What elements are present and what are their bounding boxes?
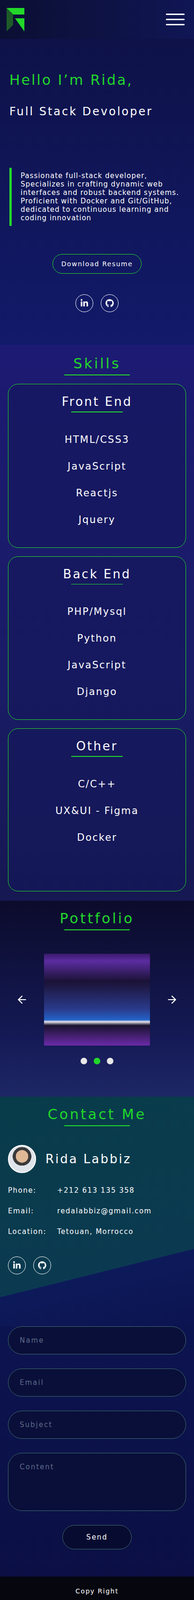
contact-details: Phone:+212 613 135 358 Email:redalabbiz@g…: [7, 1186, 187, 1236]
description: Passionate full-stack developer, Special…: [9, 167, 185, 226]
carousel-dots: [80, 1057, 114, 1065]
logo-icon[interactable]: [4, 6, 27, 34]
portfolio: Pottfolio: [0, 900, 194, 1097]
skill-item: JavaScript: [67, 453, 127, 480]
contact-form: Send: [0, 1326, 194, 1577]
detail-label: Phone:: [7, 1186, 58, 1195]
detail-value: redalabbiz@gmail.com: [57, 1206, 187, 1216]
role: Full Stack Devoloper: [9, 104, 185, 119]
github-icon[interactable]: [33, 1256, 52, 1275]
card-title: Back End: [63, 567, 132, 585]
next-button[interactable]: [164, 991, 180, 1008]
skill-item: Django: [76, 678, 118, 706]
skill-item: C/C++: [77, 770, 117, 798]
skill-card: Other C/C++UX&UI - FigmaDocker: [7, 728, 187, 892]
prev-button[interactable]: [14, 991, 30, 1008]
skills: SkillsFront EndHTML/CSS3JavaScriptReactj…: [0, 344, 194, 901]
arrow-left-icon: [15, 993, 29, 1006]
profile: Rida Labbiz: [7, 1144, 187, 1173]
section-title: Skills: [7, 355, 187, 376]
hero: Hello I’m Rida, Full Stack Devoloper Passi…: [0, 38, 194, 345]
skill-item: HTML/CSS3: [64, 426, 130, 454]
header: [0, 0, 194, 39]
carousel: [14, 953, 180, 1046]
detail-label: Location:: [7, 1227, 58, 1236]
text-field[interactable]: [7, 1326, 187, 1355]
section-title: Pottfolio: [59, 910, 135, 931]
person-name: Rida Labbiz: [45, 1151, 132, 1166]
send-button[interactable]: Send: [62, 1524, 132, 1550]
text-field[interactable]: [7, 1410, 187, 1439]
section-title: Contact Me: [7, 1105, 187, 1127]
social-links: [7, 1256, 187, 1275]
avatar: [7, 1144, 37, 1173]
skill-item: PHP/Mysql: [67, 598, 127, 626]
carousel-dot[interactable]: [93, 1057, 101, 1065]
contact: Contact Me Rida Labbiz Phone:+212 613 135 …: [0, 1096, 194, 1327]
menu-icon[interactable]: [165, 13, 185, 26]
card-title: Other: [71, 738, 123, 757]
project-image[interactable]: [44, 953, 150, 1046]
greeting: Hello I’m Rida,: [9, 71, 185, 89]
social-links: [9, 294, 185, 313]
skill-card: Front End HTML/CSS3JavaScriptReactjsJquer…: [7, 383, 187, 548]
skill-card: Back End PHP/MysqlPythonJavaScriptDjango: [7, 556, 187, 721]
carousel-dot[interactable]: [80, 1057, 88, 1065]
page: Hello I’m Rida, Full Stack Devoloper Passi…: [0, 0, 194, 1600]
skill-item: Python: [77, 625, 118, 652]
card-title: Front End: [61, 394, 133, 413]
skill-item: JavaScript: [67, 651, 127, 679]
download-button[interactable]: Download Resume: [52, 253, 142, 274]
content-field[interactable]: [7, 1452, 187, 1511]
arrow-right-icon: [165, 993, 179, 1006]
detail-label: Email:: [7, 1206, 58, 1216]
text-field[interactable]: [7, 1368, 187, 1397]
linkedin-icon[interactable]: [75, 294, 94, 313]
carousel-dot[interactable]: [106, 1057, 114, 1065]
skill-item: Jquery: [78, 506, 116, 534]
detail-value: Tetouan, Morrocco: [57, 1227, 187, 1236]
skill-item: UX&UI - Figma: [55, 797, 139, 825]
skill-item: Reactjs: [75, 479, 119, 507]
detail-value: +212 613 135 358: [57, 1186, 187, 1195]
skill-item: Docker: [76, 824, 118, 851]
github-icon[interactable]: [100, 294, 119, 313]
linkedin-icon[interactable]: [7, 1256, 26, 1275]
footer: Copy Right: [0, 1576, 194, 1600]
